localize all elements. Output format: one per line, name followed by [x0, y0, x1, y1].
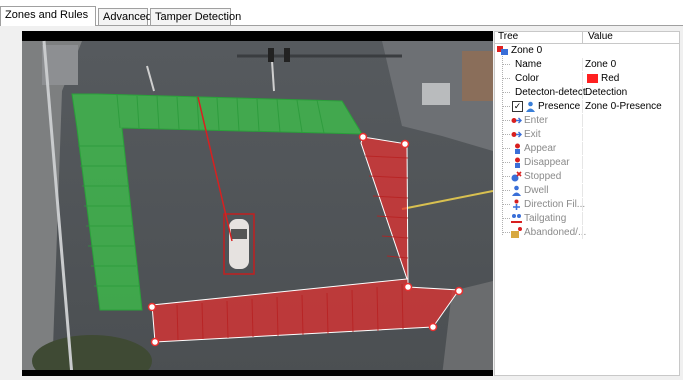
tree-branch	[502, 64, 510, 66]
property-label: Color	[515, 73, 539, 84]
rule-label: Appear	[524, 143, 557, 154]
person-icon	[526, 101, 535, 112]
property-value[interactable]: Detection	[585, 86, 627, 99]
video-view[interactable]	[22, 31, 493, 376]
tree-branch	[502, 134, 510, 136]
rule-label: Enter	[524, 115, 548, 126]
car-windshield	[231, 229, 247, 239]
rule-tree-grid: Tree Value Zone 0 Name Zone 0 Color Red …	[494, 31, 680, 376]
property-label: Name	[515, 59, 542, 70]
abandoned-icon	[511, 227, 522, 238]
camera-frame	[22, 31, 493, 376]
letterbox-bottom	[22, 370, 493, 376]
tree-branch	[502, 232, 510, 234]
rule-label: Abandoned/...	[524, 227, 587, 238]
rule-row-dwell[interactable]: Dwell	[495, 184, 679, 197]
rule-label: Direction Fil...	[524, 199, 586, 210]
value-separator	[582, 58, 583, 71]
rule-row-disappear[interactable]: Disappear	[495, 156, 679, 169]
rule-label: Presence	[538, 101, 581, 112]
tree-branch	[502, 106, 510, 108]
exit-arrow-icon	[511, 131, 522, 138]
value-separator	[582, 86, 583, 99]
rule-row-presence[interactable]: ✓ Presence Zone 0-Presence	[495, 100, 679, 113]
letterbox-top	[22, 31, 493, 41]
zone-vertex-handle[interactable]	[428, 322, 438, 332]
tailgating-icon	[511, 214, 522, 223]
property-value[interactable]: Zone 0	[585, 58, 616, 71]
tab-advanced[interactable]: Advanced	[98, 8, 152, 25]
presence-checkbox[interactable]: ✓	[512, 101, 523, 112]
building-right	[462, 51, 493, 101]
value-separator	[582, 128, 583, 141]
rule-row-tailgating[interactable]: Tailgating	[495, 212, 679, 225]
rule-row-stopped[interactable]: Stopped	[495, 170, 679, 183]
zone-vertex-handle[interactable]	[147, 302, 157, 312]
rule-row-direction-filter[interactable]: Direction Fil...	[495, 198, 679, 211]
tree-branch	[502, 176, 510, 178]
disappear-icon	[515, 157, 520, 168]
rule-label: Dwell	[524, 185, 549, 196]
value-separator	[582, 198, 583, 211]
rule-label: Stopped	[524, 171, 562, 182]
rule-row-appear[interactable]: Appear	[495, 142, 679, 155]
rule-value[interactable]: Zone 0-Presence	[585, 100, 662, 113]
tree-branch	[502, 148, 510, 150]
column-separator[interactable]	[582, 32, 583, 43]
direction-filter-icon	[513, 199, 520, 210]
rule-label: Exit	[524, 129, 541, 140]
tree-branch	[502, 204, 510, 206]
tree-branch	[502, 92, 510, 94]
column-header-tree[interactable]: Tree	[498, 32, 518, 43]
property-row-name[interactable]: Name Zone 0	[495, 58, 679, 71]
tree-node-zone-0[interactable]: Zone 0	[495, 44, 679, 57]
tree-branch	[502, 162, 510, 164]
tree-branch	[502, 78, 510, 80]
tree-branch	[502, 218, 510, 220]
car-body	[229, 219, 249, 269]
grid-header: Tree Value	[495, 32, 679, 44]
zone-vertex-handle[interactable]	[358, 132, 368, 142]
utility-box	[422, 83, 450, 105]
column-header-value[interactable]: Value	[588, 32, 613, 43]
zone-vertex-handle[interactable]	[400, 139, 410, 149]
tree-branch	[502, 190, 510, 192]
property-row-detection[interactable]: Detecton-detect Detection	[495, 86, 679, 99]
rule-row-exit[interactable]: Exit	[495, 128, 679, 141]
value-separator	[582, 100, 583, 113]
enter-arrow-icon	[511, 117, 522, 124]
rule-row-enter[interactable]: Enter	[495, 114, 679, 127]
stopped-icon	[511, 171, 522, 182]
traffic-signal-2	[284, 48, 290, 62]
value-separator	[582, 114, 583, 127]
zone-vertex-handle[interactable]	[403, 282, 413, 292]
tab-tamper-detection[interactable]: Tamper Detection	[150, 8, 241, 25]
property-value[interactable]: Red	[601, 72, 619, 85]
rule-label: Disappear	[524, 157, 570, 168]
tree-node-label: Zone 0	[511, 45, 543, 56]
tab-bar: Zones and Rules Advanced Tamper Detectio…	[0, 0, 683, 27]
dwell-icon	[512, 185, 521, 196]
value-separator	[582, 170, 583, 183]
property-row-color[interactable]: Color Red	[495, 72, 679, 85]
value-separator	[582, 156, 583, 169]
value-separator	[582, 226, 583, 239]
rule-row-abandoned[interactable]: Abandoned/...	[495, 226, 679, 239]
zone-vertex-handle[interactable]	[454, 286, 464, 296]
rule-label: Tailgating	[524, 213, 567, 224]
value-separator	[582, 212, 583, 225]
value-separator	[582, 184, 583, 197]
value-separator	[582, 142, 583, 155]
color-swatch[interactable]	[587, 74, 598, 83]
value-separator	[582, 72, 583, 85]
property-label: Detecton-detect	[515, 87, 586, 98]
zone-icon	[497, 46, 508, 55]
appear-icon	[515, 143, 520, 154]
traffic-signal-1	[268, 48, 274, 62]
tab-zones-and-rules[interactable]: Zones and Rules	[0, 6, 96, 26]
zone-vertex-handle[interactable]	[150, 337, 160, 347]
tree-branch	[502, 120, 510, 122]
